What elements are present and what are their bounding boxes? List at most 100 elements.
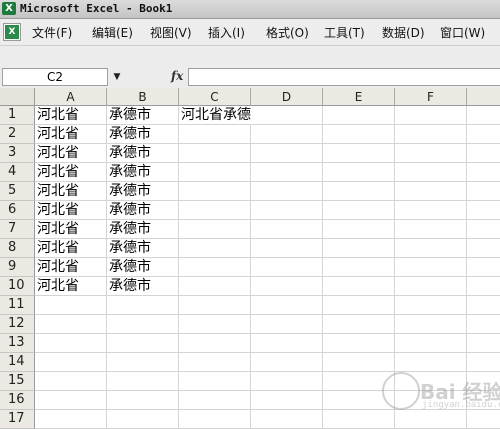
table-cell[interactable] — [251, 296, 323, 315]
row-header[interactable]: 1 — [0, 106, 35, 125]
table-cell[interactable] — [395, 201, 467, 220]
menu-edit[interactable]: 编辑(E) — [92, 24, 133, 41]
table-cell[interactable] — [107, 372, 179, 391]
table-cell[interactable] — [467, 296, 500, 315]
row-header[interactable]: 16 — [0, 391, 35, 410]
column-header-partial[interactable] — [467, 88, 500, 106]
menu-window[interactable]: 窗口(W) — [440, 24, 485, 41]
table-cell[interactable] — [179, 353, 251, 372]
row-header[interactable]: 7 — [0, 220, 35, 239]
table-cell[interactable]: 承德市 — [107, 125, 179, 144]
table-cell[interactable] — [323, 258, 395, 277]
table-cell[interactable] — [179, 144, 251, 163]
row-header[interactable]: 8 — [0, 239, 35, 258]
fx-icon[interactable]: fx — [171, 69, 183, 83]
table-cell[interactable] — [395, 296, 467, 315]
table-cell[interactable]: 河北省 — [35, 220, 107, 239]
excel-icon[interactable]: X — [2, 2, 16, 15]
table-cell[interactable]: 河北省 — [35, 277, 107, 296]
table-cell[interactable] — [179, 182, 251, 201]
table-cell[interactable] — [467, 125, 500, 144]
row-header[interactable]: 11 — [0, 296, 35, 315]
select-all-corner[interactable] — [0, 88, 35, 106]
table-cell[interactable] — [323, 334, 395, 353]
table-cell[interactable] — [251, 353, 323, 372]
table-cell[interactable] — [467, 163, 500, 182]
table-cell[interactable]: 承德市 — [107, 277, 179, 296]
table-cell[interactable] — [251, 410, 323, 429]
row-header[interactable]: 12 — [0, 315, 35, 334]
table-cell[interactable] — [179, 410, 251, 429]
table-cell[interactable] — [395, 239, 467, 258]
table-cell[interactable] — [323, 296, 395, 315]
menu-tools[interactable]: 工具(T) — [324, 24, 365, 41]
table-cell[interactable] — [323, 144, 395, 163]
table-cell[interactable] — [251, 258, 323, 277]
table-cell[interactable] — [251, 144, 323, 163]
table-cell[interactable] — [179, 239, 251, 258]
table-cell[interactable] — [251, 334, 323, 353]
table-cell[interactable] — [395, 106, 467, 125]
table-cell[interactable]: 河北省 — [35, 163, 107, 182]
table-cell[interactable] — [323, 410, 395, 429]
table-cell[interactable] — [467, 144, 500, 163]
table-cell[interactable] — [323, 201, 395, 220]
row-header[interactable]: 3 — [0, 144, 35, 163]
table-cell[interactable]: 河北省 — [35, 239, 107, 258]
table-cell[interactable] — [467, 258, 500, 277]
table-cell[interactable]: 河北省 — [35, 106, 107, 125]
table-cell[interactable] — [35, 410, 107, 429]
row-header[interactable]: 5 — [0, 182, 35, 201]
table-cell[interactable] — [395, 144, 467, 163]
table-cell[interactable] — [179, 334, 251, 353]
table-cell[interactable]: 承德市 — [107, 163, 179, 182]
table-cell[interactable] — [107, 410, 179, 429]
table-cell[interactable] — [251, 372, 323, 391]
menu-format[interactable]: 格式(O) — [266, 24, 309, 41]
table-cell[interactable] — [35, 372, 107, 391]
table-cell[interactable] — [179, 220, 251, 239]
table-cell[interactable] — [467, 182, 500, 201]
table-cell[interactable]: 河北省 — [35, 125, 107, 144]
table-cell[interactable] — [251, 163, 323, 182]
row-header[interactable]: 15 — [0, 372, 35, 391]
table-cell[interactable] — [251, 239, 323, 258]
table-cell[interactable] — [35, 334, 107, 353]
table-cell[interactable] — [467, 315, 500, 334]
table-cell[interactable] — [251, 391, 323, 410]
formula-input[interactable] — [188, 68, 500, 86]
row-header[interactable]: 4 — [0, 163, 35, 182]
table-cell[interactable] — [467, 410, 500, 429]
row-header[interactable]: 14 — [0, 353, 35, 372]
table-cell[interactable] — [35, 296, 107, 315]
table-cell[interactable]: 河北省 — [35, 144, 107, 163]
menu-insert[interactable]: 插入(I) — [208, 24, 245, 41]
table-cell[interactable]: 河北省承德市 — [179, 106, 265, 125]
table-cell[interactable] — [107, 296, 179, 315]
table-cell[interactable] — [179, 163, 251, 182]
table-cell[interactable] — [395, 220, 467, 239]
table-cell[interactable]: 河北省 — [35, 182, 107, 201]
table-cell[interactable] — [467, 220, 500, 239]
table-cell[interactable] — [107, 315, 179, 334]
table-cell[interactable] — [323, 125, 395, 144]
table-cell[interactable] — [323, 277, 395, 296]
column-header-c[interactable]: C — [179, 88, 251, 106]
table-cell[interactable] — [395, 125, 467, 144]
table-cell[interactable]: 承德市 — [107, 258, 179, 277]
column-header-f[interactable]: F — [395, 88, 467, 106]
table-cell[interactable]: 承德市 — [107, 144, 179, 163]
table-cell[interactable]: 承德市 — [107, 239, 179, 258]
table-cell[interactable] — [251, 201, 323, 220]
row-header[interactable]: 17 — [0, 410, 35, 429]
table-cell[interactable] — [395, 182, 467, 201]
name-box[interactable]: C2 — [2, 68, 108, 86]
table-cell[interactable] — [179, 201, 251, 220]
table-cell[interactable] — [395, 258, 467, 277]
column-header-e[interactable]: E — [323, 88, 395, 106]
table-cell[interactable] — [35, 315, 107, 334]
table-cell[interactable] — [179, 125, 251, 144]
table-cell[interactable] — [251, 125, 323, 144]
table-cell[interactable] — [467, 106, 500, 125]
table-cell[interactable] — [179, 277, 251, 296]
